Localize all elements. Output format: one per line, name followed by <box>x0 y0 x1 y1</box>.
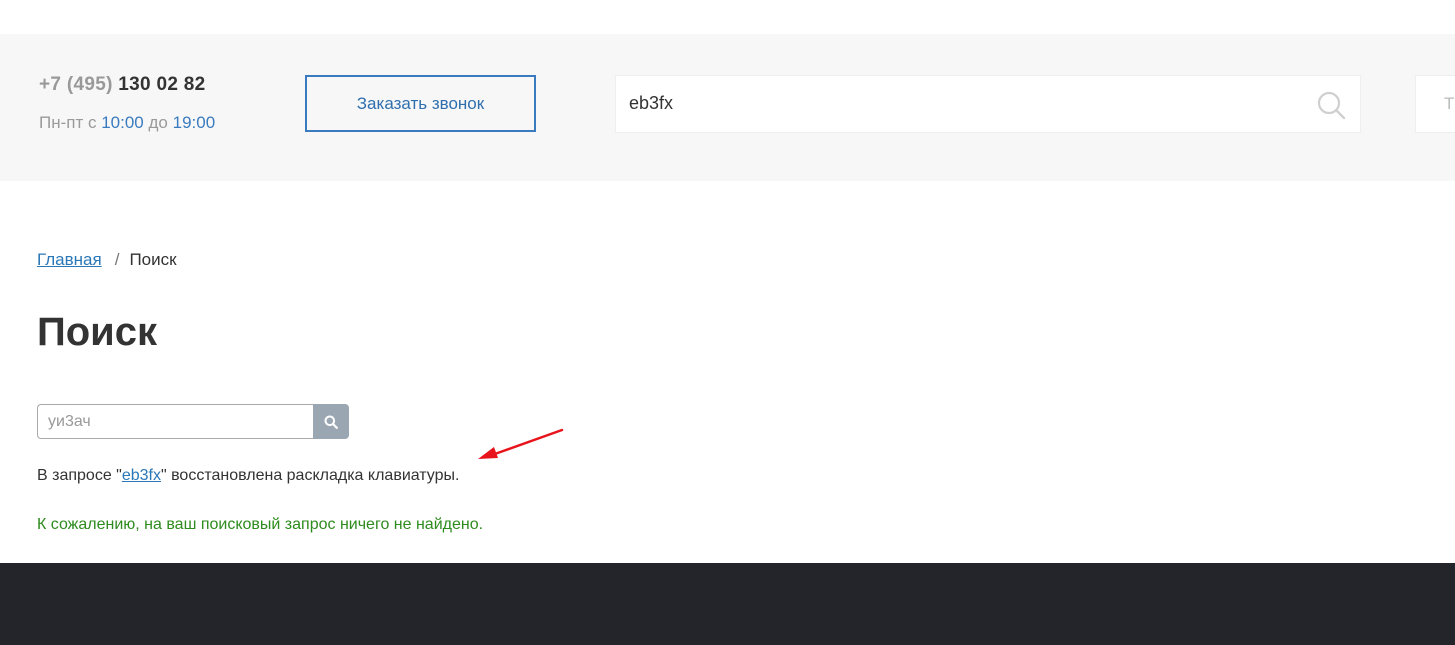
breadcrumb: Главная / Поиск <box>37 250 177 270</box>
original-query-link[interactable]: eb3fx <box>122 467 161 484</box>
header-partial-field[interactable]: Т <box>1415 75 1455 133</box>
note-prefix: В запросе " <box>37 467 122 484</box>
header: +7 (495) 130 02 82 Пн-пт с 10:00 до 19:0… <box>0 34 1455 181</box>
layout-restored-note: В запросе "eb3fx" восстановлена раскладк… <box>37 467 459 485</box>
hours-mid: до <box>148 113 168 132</box>
breadcrumb-separator: / <box>114 250 120 269</box>
breadcrumb-home-link[interactable]: Главная <box>37 250 102 269</box>
phone-code: +7 (495) <box>39 74 113 95</box>
partial-field-text: Т <box>1444 94 1455 113</box>
footer <box>0 563 1455 645</box>
search-input[interactable] <box>37 404 313 439</box>
search-icon <box>324 415 338 429</box>
breadcrumb-current: Поиск <box>129 250 177 269</box>
page-title: Поиск <box>37 310 158 354</box>
hours-to: 19:00 <box>172 113 216 132</box>
hours-from: 10:00 <box>101 113 144 132</box>
callback-button[interactable]: Заказать звонок <box>305 75 536 132</box>
no-results-message: К сожалению, на ваш поисковый запрос нич… <box>37 516 484 533</box>
annotation-arrow-icon <box>478 428 564 459</box>
search-icon[interactable] <box>1316 90 1346 120</box>
page: +7 (495) 130 02 82 Пн-пт с 10:00 до 19:0… <box>0 0 1455 645</box>
hours-prefix: Пн-пт с <box>39 113 97 132</box>
phone-number[interactable]: +7 (495) 130 02 82 <box>39 74 206 96</box>
note-suffix: " восстановлена раскладка клавиатуры. <box>160 467 460 484</box>
search-submit-button[interactable] <box>313 404 349 439</box>
working-hours: Пн-пт с 10:00 до 19:00 <box>39 113 215 133</box>
header-search-box <box>615 75 1361 133</box>
header-search-input[interactable] <box>629 93 1279 114</box>
search-form <box>37 404 349 439</box>
phone-digits: 130 02 82 <box>118 74 206 95</box>
